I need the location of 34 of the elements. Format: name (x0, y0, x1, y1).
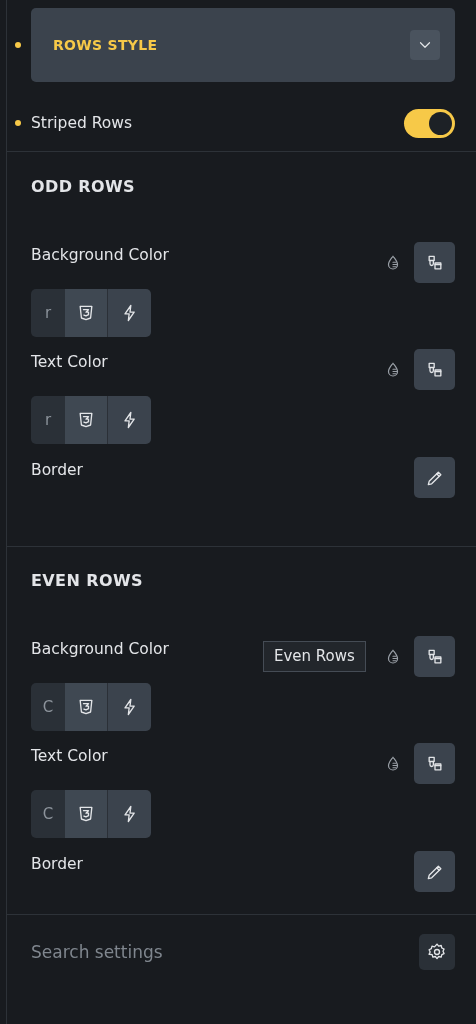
css-button[interactable] (65, 790, 108, 838)
palette-button[interactable] (414, 349, 455, 390)
setting-label: Text Color (31, 746, 108, 765)
dynamic-data-button[interactable] (108, 790, 151, 838)
dynamic-data-button[interactable] (108, 289, 151, 337)
toggle-switch[interactable] (404, 108, 455, 138)
tooltip: Even Rows (263, 641, 366, 672)
dynamic-data-button[interactable] (108, 396, 151, 444)
setting-label: Striped Rows (31, 114, 133, 132)
color-value[interactable]: C (31, 790, 65, 838)
color-value[interactable]: C (31, 683, 65, 731)
setting-label: Background Color (31, 245, 169, 264)
palette-button[interactable] (414, 242, 455, 283)
css-button[interactable] (65, 683, 108, 731)
section-heading: ODD ROWS (31, 176, 137, 198)
search-field[interactable]: Search settings (31, 942, 331, 962)
setting-label: Text Color (31, 352, 108, 371)
section-heading: EVEN ROWS (31, 570, 144, 592)
setting-label: Background Color (31, 639, 169, 658)
dynamic-data-button[interactable] (108, 683, 151, 731)
edit-button[interactable] (414, 851, 455, 892)
palette-button[interactable] (414, 636, 455, 677)
color-value[interactable]: r (31, 289, 65, 337)
setting-label: Border (31, 460, 83, 479)
expand-button[interactable] (410, 30, 440, 60)
settings-button[interactable] (419, 934, 455, 970)
edit-button[interactable] (414, 457, 455, 498)
section-title: ROWS STYLE (53, 37, 158, 53)
css-button[interactable] (65, 289, 108, 337)
css-button[interactable] (65, 396, 108, 444)
settings-icon (427, 942, 447, 962)
palette-button[interactable] (414, 743, 455, 784)
setting-label: Border (31, 854, 83, 873)
color-value[interactable]: r (31, 396, 65, 444)
